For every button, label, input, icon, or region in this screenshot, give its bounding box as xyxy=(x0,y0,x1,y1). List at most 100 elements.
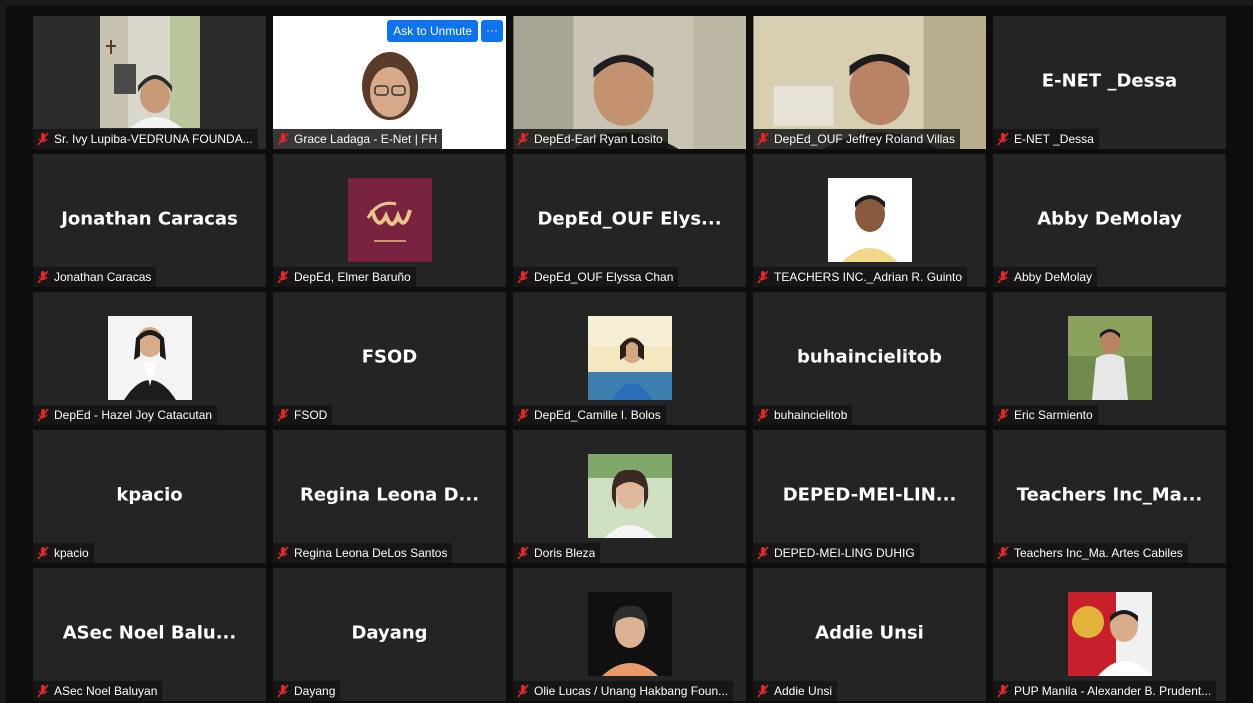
participant-display-name: FSOD xyxy=(361,345,418,367)
participant-name: FSOD xyxy=(294,408,328,422)
participant-name: Teachers Inc_Ma. Artes Cabiles xyxy=(1014,546,1183,560)
participant-name-label: DepEd, Elmer Baruño xyxy=(273,267,416,287)
participant-tile[interactable]: Regina Leona D... Regina Leona DeLos San… xyxy=(273,430,506,563)
participant-name-label: Abby DeMolay xyxy=(993,267,1098,287)
profile-picture xyxy=(1067,592,1152,676)
participant-name: TEACHERS INC._Adrian R. Guinto xyxy=(774,270,963,284)
participant-name: DepEd-Earl Ryan Losito xyxy=(534,132,663,146)
participant-name-label: Dayang xyxy=(273,681,341,701)
participant-display-name: kpacio xyxy=(116,483,183,505)
participant-name-label: Doris Bleza xyxy=(513,543,601,563)
participant-tile[interactable]: E-NET _Dessa E-NET _Dessa xyxy=(993,16,1226,149)
participant-tile[interactable]: TEACHERS INC._Adrian R. Guinto xyxy=(753,154,986,287)
participant-tile[interactable]: Jonathan Caracas Jonathan Caracas xyxy=(33,154,266,287)
participant-display-name: Teachers Inc_Ma... xyxy=(1016,483,1203,505)
participant-name: Jonathan Caracas xyxy=(54,270,152,284)
participant-tile[interactable]: Dayang Dayang xyxy=(273,568,506,701)
participant-name: DEPED-MEI-LING DUHIG xyxy=(774,546,915,560)
profile-picture xyxy=(1067,316,1152,400)
participant-name-label: DepEd_OUF Jeffrey Roland Villas xyxy=(753,129,960,149)
microphone-muted-icon xyxy=(277,684,289,698)
participant-tile[interactable]: PUP Manila - Alexander B. Prudent... xyxy=(993,568,1226,701)
participant-name: Abby DeMolay xyxy=(1014,270,1093,284)
profile-picture xyxy=(587,316,672,400)
participant-tile[interactable]: kpacio kpacio xyxy=(33,430,266,563)
microphone-muted-icon xyxy=(37,132,49,146)
microphone-muted-icon xyxy=(277,270,289,284)
microphone-muted-icon xyxy=(37,684,49,698)
participant-name-label: buhaincielitob xyxy=(753,405,853,425)
participant-name-label: kpacio xyxy=(33,543,94,563)
participant-display-name: E-NET _Dessa xyxy=(1041,69,1178,91)
participant-name-label: Grace Ladaga - E-Net | FH xyxy=(273,129,443,149)
participant-tile[interactable]: DepEd_OUF Elys... DepEd_OUF Elyssa Chan xyxy=(513,154,746,287)
participant-name: DepEd_OUF Jeffrey Roland Villas xyxy=(774,132,955,146)
participant-name: Regina Leona DeLos Santos xyxy=(294,546,448,560)
participant-name: PUP Manila - Alexander B. Prudent... xyxy=(1014,684,1212,698)
more-options-button[interactable]: ··· xyxy=(481,20,503,42)
microphone-muted-icon xyxy=(757,132,769,146)
participant-name-label: TEACHERS INC._Adrian R. Guinto xyxy=(753,267,968,287)
microphone-muted-icon xyxy=(517,684,529,698)
microphone-muted-icon xyxy=(37,270,49,284)
participant-tile[interactable]: DepEd - Hazel Joy Catacutan xyxy=(33,292,266,425)
participant-name: DepEd_Camille I. Bolos xyxy=(534,408,661,422)
participant-tile[interactable]: Doris Bleza xyxy=(513,430,746,563)
participant-name: DepEd, Elmer Baruño xyxy=(294,270,411,284)
gallery-view: Sr. Ivy Lupiba-VEDRUNA FOUNDA... Ask to … xyxy=(33,16,1226,701)
profile-picture xyxy=(347,178,432,262)
participant-video xyxy=(99,16,200,128)
microphone-muted-icon xyxy=(997,684,1009,698)
participant-name-label: E-NET _Dessa xyxy=(993,129,1099,149)
microphone-muted-icon xyxy=(997,270,1009,284)
participant-tile[interactable]: FSOD FSOD xyxy=(273,292,506,425)
participant-display-name: buhaincielitob xyxy=(797,345,942,367)
participant-name-label: Sr. Ivy Lupiba-VEDRUNA FOUNDA... xyxy=(33,129,258,149)
microphone-muted-icon xyxy=(997,408,1009,422)
participant-display-name: Abby DeMolay xyxy=(1037,207,1182,229)
participant-tile[interactable]: DEPED-MEI-LIN... DEPED-MEI-LING DUHIG xyxy=(753,430,986,563)
participant-name: buhaincielitob xyxy=(774,408,848,422)
participant-name-label: DepEd_OUF Elyssa Chan xyxy=(513,267,679,287)
participant-tile[interactable]: Sr. Ivy Lupiba-VEDRUNA FOUNDA... xyxy=(33,16,266,149)
participant-display-name: Regina Leona D... xyxy=(299,483,480,505)
participant-tile[interactable]: DepEd, Elmer Baruño xyxy=(273,154,506,287)
microphone-muted-icon xyxy=(517,132,529,146)
participant-tile[interactable]: buhaincielitob buhaincielitob xyxy=(753,292,986,425)
microphone-muted-icon xyxy=(757,684,769,698)
participant-name-label: Regina Leona DeLos Santos xyxy=(273,543,453,563)
ask-to-unmute-button[interactable]: Ask to Unmute xyxy=(387,20,478,42)
participant-display-name: DepEd_OUF Elys... xyxy=(537,207,722,229)
microphone-muted-icon xyxy=(277,132,289,146)
participant-name-label: Eric Sarmiento xyxy=(993,405,1098,425)
microphone-muted-icon xyxy=(277,546,289,560)
microphone-muted-icon xyxy=(277,408,289,422)
microphone-muted-icon xyxy=(997,546,1009,560)
participant-display-name: Addie Unsi xyxy=(815,621,924,643)
participant-tile[interactable]: ASec Noel Balu... ASec Noel Baluyan xyxy=(33,568,266,701)
participant-name-label: Olie Lucas / Unang Hakbang Foun... xyxy=(513,681,734,701)
profile-picture xyxy=(587,592,672,676)
microphone-muted-icon xyxy=(757,408,769,422)
microphone-muted-icon xyxy=(517,270,529,284)
participant-tile[interactable]: DepEd_Camille I. Bolos xyxy=(513,292,746,425)
participant-tile[interactable]: Teachers Inc_Ma... Teachers Inc_Ma. Arte… xyxy=(993,430,1226,563)
participant-tile[interactable]: DepEd_OUF Jeffrey Roland Villas xyxy=(753,16,986,149)
participant-video xyxy=(334,30,445,128)
participant-tile[interactable]: Ask to Unmute ··· Grace Ladaga - E-Net |… xyxy=(273,16,506,149)
participant-tile[interactable]: Addie Unsi Addie Unsi xyxy=(753,568,986,701)
participant-tile[interactable]: Olie Lucas / Unang Hakbang Foun... xyxy=(513,568,746,701)
participant-tile[interactable]: DepEd-Earl Ryan Losito xyxy=(513,16,746,149)
microphone-muted-icon xyxy=(997,132,1009,146)
participant-name-label: DepEd-Earl Ryan Losito xyxy=(513,129,668,149)
participant-name: ASec Noel Baluyan xyxy=(54,684,158,698)
participant-tile[interactable]: Abby DeMolay Abby DeMolay xyxy=(993,154,1226,287)
participant-name: kpacio xyxy=(54,546,89,560)
participant-name: Olie Lucas / Unang Hakbang Foun... xyxy=(534,684,729,698)
participant-tile[interactable]: Eric Sarmiento xyxy=(993,292,1226,425)
microphone-muted-icon xyxy=(37,408,49,422)
participant-name: Doris Bleza xyxy=(534,546,596,560)
microphone-muted-icon xyxy=(517,408,529,422)
participant-display-name: Dayang xyxy=(351,621,428,643)
participant-name-label: Addie Unsi xyxy=(753,681,838,701)
